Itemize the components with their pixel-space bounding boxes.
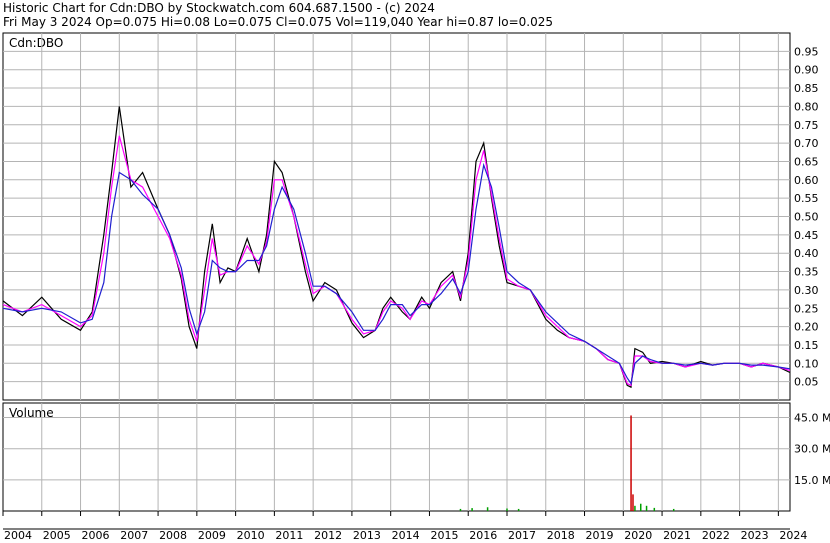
price-y-tick-label: 0.70 (794, 137, 819, 150)
price-y-tick-label: 0.40 (794, 247, 819, 260)
x-tick-label: 2022 (702, 529, 730, 542)
volume-bar (471, 508, 473, 511)
price-y-tick-label: 0.85 (794, 82, 819, 95)
x-tick-label: 2016 (469, 529, 497, 542)
x-tick-label: 2012 (314, 529, 342, 542)
price-y-tick-label: 0.95 (794, 45, 819, 58)
volume-bar (486, 507, 489, 511)
x-tick-label: 2004 (4, 529, 32, 542)
volume-y-ticks: 15.0 M 30.0 M 45.0 M (794, 412, 830, 487)
x-tick-label: 2011 (275, 529, 303, 542)
historic-chart: Cdn:DBO Volume 0.050.100.150.200.250.300… (2, 32, 830, 542)
price-y-tick-label: 0.15 (794, 339, 819, 352)
volume-bar (506, 508, 508, 511)
price-y-tick-label: 0.30 (794, 284, 819, 297)
price-y-tick-label: 0.90 (794, 64, 819, 77)
price-y-tick-label: 0.45 (794, 229, 819, 242)
x-tick-label: 2024 (779, 529, 807, 542)
x-tick-label: 2017 (508, 529, 536, 542)
volume-bar (459, 508, 462, 511)
volume-bar (645, 505, 648, 511)
price-grid (3, 33, 790, 400)
price-y-tick-label: 0.05 (794, 376, 819, 389)
x-tick-label: 2013 (353, 529, 381, 542)
x-tick-label: 2014 (392, 529, 420, 542)
price-y-tick-label: 0.75 (794, 119, 819, 132)
price-y-tick-label: 0.20 (794, 321, 819, 334)
x-tick-label: 2021 (663, 529, 691, 542)
volume-y-tick-label: 30.0 M (794, 443, 830, 456)
volume-bar (672, 508, 675, 511)
x-tick-label: 2009 (198, 529, 226, 542)
x-tick-label: 2006 (82, 529, 110, 542)
price-y-tick-label: 0.80 (794, 100, 819, 113)
x-tick-label: 2015 (430, 529, 458, 542)
x-tick-label: 2005 (43, 529, 71, 542)
price-y-tick-label: 0.60 (794, 174, 819, 187)
price-legend: Cdn:DBO (9, 36, 63, 50)
volume-panel-frame (2, 402, 791, 512)
volume-bar (653, 507, 656, 511)
price-y-ticks: 0.05 0.10 0.15 0.20 0.25 0.30 0.35 0.40 0.45 0.50… (794, 45, 819, 388)
volume-y-tick-label: 45.0 M (794, 412, 830, 425)
x-tick-label: 2018 (547, 529, 575, 542)
volume-bar (639, 503, 642, 511)
price-y-tick-label: 0.35 (794, 266, 819, 279)
volume-bar (634, 505, 636, 511)
volume-bar (517, 508, 520, 511)
price-y-tick-label: 0.65 (794, 155, 819, 168)
price-y-tick-label: 0.55 (794, 192, 819, 205)
x-tick-label: 2010 (237, 529, 265, 542)
price-y-tick-label: 0.25 (794, 302, 819, 315)
x-tick-label: 2020 (624, 529, 652, 542)
x-tick-label: 2019 (586, 529, 614, 542)
price-y-tick-label: 0.10 (794, 357, 819, 370)
volume-bars (459, 415, 675, 511)
volume-y-tick-label: 15.0 M (794, 474, 830, 487)
volume-grid (3, 403, 790, 511)
volume-bar (632, 494, 634, 511)
price-y-tick-label: 0.50 (794, 211, 819, 224)
x-axis-ticks: 2004 2005 2006 2007 2008 2009 2010 2011 2012 2013… (2, 511, 807, 542)
x-tick-label: 2023 (741, 529, 769, 542)
x-tick-label: 2008 (159, 529, 187, 542)
volume-bar (630, 415, 632, 511)
x-tick-label: 2007 (120, 529, 148, 542)
